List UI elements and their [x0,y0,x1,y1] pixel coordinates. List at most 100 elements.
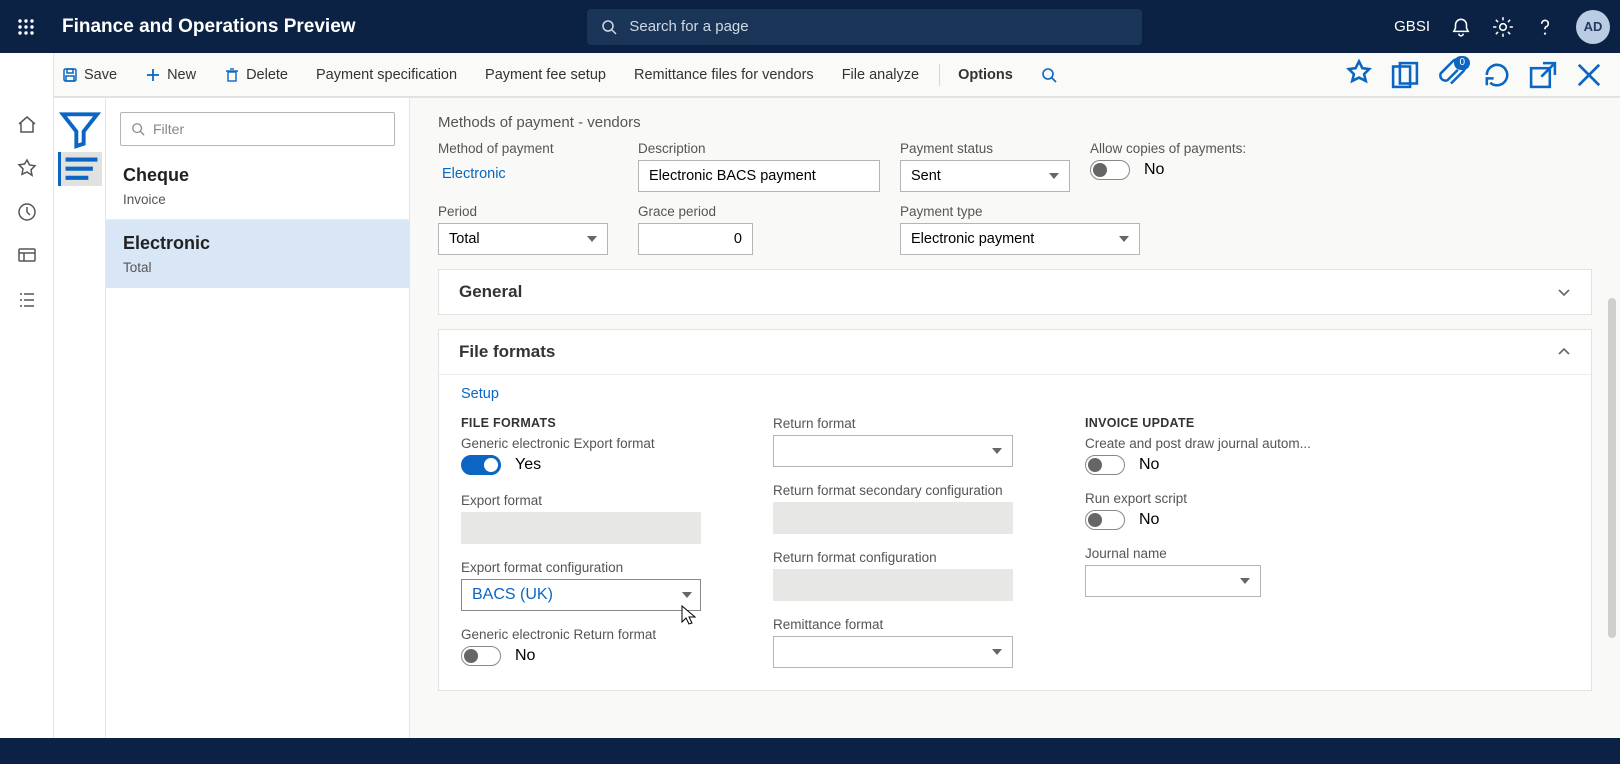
app-title: Finance and Operations Preview [62,16,356,38]
list-item-electronic[interactable]: Electronic Total [106,220,409,288]
find-button[interactable] [1027,53,1071,96]
grace-label: Grace period [638,204,880,219]
period-value: Total [449,231,480,247]
export-format-label: Export format [461,493,741,508]
save-label: Save [84,67,117,83]
description-value: Electronic BACS payment [649,168,816,184]
chevron-up-icon [1557,345,1571,359]
file-analyze-button[interactable]: File analyze [828,53,933,96]
new-label: New [167,67,196,83]
create-post-label: Create and post draw journal autom... [1085,436,1365,451]
options-button[interactable]: Options [944,53,1027,96]
remittance-format-label: Remittance format [773,617,1053,632]
general-panel-header[interactable]: General [439,270,1591,314]
recent-icon[interactable] [16,201,38,223]
list-item-sub: Invoice [123,192,392,207]
allow-copies-label: Allow copies of payments: [1090,141,1498,156]
allow-copies-value: No [1144,161,1164,179]
page-heading: Methods of payment - vendors [438,114,1592,131]
separator [939,64,940,86]
form-content: Methods of payment - vendors Method of p… [410,98,1620,764]
payment-fee-setup-button[interactable]: Payment fee setup [471,53,620,96]
generic-return-value: No [515,647,535,665]
pfee-label: Payment fee setup [485,67,606,83]
period-select[interactable]: Total [438,223,608,255]
file-formats-title: File formats [459,342,555,362]
export-config-value: BACS (UK) [472,586,553,604]
delete-button[interactable]: Delete [210,53,302,96]
remittance-files-button[interactable]: Remittance files for vendors [620,53,828,96]
home-icon[interactable] [16,113,38,135]
generic-export-toggle[interactable] [461,455,501,475]
remittance-format-select[interactable] [773,636,1013,668]
gear-icon[interactable] [1492,16,1514,38]
delete-label: Delete [246,67,288,83]
left-nav-rail [0,53,54,764]
pspec-label: Payment specification [316,67,457,83]
return-format-select[interactable] [773,435,1013,467]
favorites-icon[interactable] [16,157,38,179]
grace-value: 0 [734,231,742,247]
generic-export-label: Generic electronic Export format [461,436,741,451]
chevron-down-icon [1557,285,1571,299]
period-label: Period [438,204,618,219]
app-launcher-icon[interactable] [10,11,42,43]
method-value[interactable]: Electronic [438,160,618,188]
save-button[interactable]: Save [48,53,131,96]
popout-icon[interactable] [1526,58,1560,92]
export-config-select[interactable]: BACS (UK) [461,579,701,611]
attachments-badge: 0 [1454,56,1470,70]
options-label: Options [958,67,1013,83]
return-format-label: Return format [773,416,1053,431]
ptype-value: Electronic payment [911,231,1034,247]
new-button[interactable]: New [131,53,210,96]
status-select[interactable]: Sent [900,160,1070,192]
file-formats-subtitle: FILE FORMATS [461,416,741,430]
attachments-icon[interactable]: 0 [1434,58,1468,92]
description-input[interactable]: Electronic BACS payment [638,160,880,192]
payment-specification-button[interactable]: Payment specification [302,53,471,96]
grace-input[interactable]: 0 [638,223,753,255]
copilot-icon[interactable] [1342,58,1376,92]
setup-link[interactable]: Setup [461,386,499,402]
run-export-toggle[interactable] [1085,510,1125,530]
export-format-input [461,512,701,544]
general-title: General [459,282,522,302]
journal-name-select[interactable] [1085,565,1261,597]
generic-export-value: Yes [515,456,541,474]
journal-name-label: Journal name [1085,546,1365,561]
return-conf-input [773,569,1013,601]
open-new-window-icon[interactable] [1388,58,1422,92]
chevron-down-icon [682,592,692,598]
action-bar: Save New Delete Payment specification Pa… [0,53,1620,97]
cursor-icon [680,604,698,626]
company-selector[interactable]: GBSI [1394,18,1430,35]
description-label: Description [638,141,880,156]
search-placeholder: Search for a page [629,18,748,35]
bell-icon[interactable] [1450,16,1472,38]
fanalyze-label: File analyze [842,67,919,83]
help-icon[interactable] [1534,16,1556,38]
modules-icon[interactable] [16,289,38,311]
generic-return-toggle[interactable] [461,646,501,666]
close-icon[interactable] [1572,58,1606,92]
filter-pane-icon[interactable] [58,112,102,146]
workspaces-icon[interactable] [16,245,38,267]
filter-input[interactable]: Filter [120,112,395,146]
list-item-title: Electronic [123,233,392,254]
avatar[interactable]: AD [1576,10,1610,44]
status-value: Sent [911,168,941,184]
export-config-label: Export format configuration [461,560,741,575]
refresh-icon[interactable] [1480,58,1514,92]
filter-placeholder: Filter [153,121,184,137]
global-search-input[interactable]: Search for a page [587,9,1142,45]
list-pane-icon[interactable] [58,152,102,186]
scrollbar[interactable] [1608,298,1616,638]
create-post-toggle[interactable] [1085,455,1125,475]
allow-copies-toggle[interactable] [1090,160,1130,180]
list-pane-tabs [54,98,106,764]
file-formats-panel-header[interactable]: File formats [439,330,1591,374]
run-export-label: Run export script [1085,491,1365,506]
list-item-cheque[interactable]: Cheque Invoice [106,152,409,220]
ptype-select[interactable]: Electronic payment [900,223,1140,255]
